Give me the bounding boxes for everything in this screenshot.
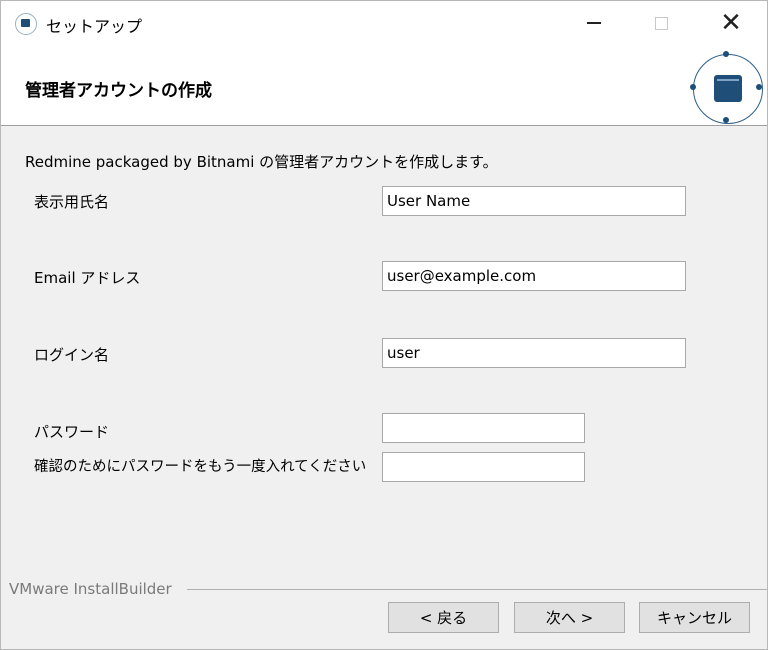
app-icon: [15, 13, 37, 35]
confirm-password-label: 確認のためにパスワードをもう一度入れてください: [34, 459, 367, 475]
next-button[interactable]: 次へ >: [514, 602, 625, 633]
window-title: セットアップ: [46, 17, 143, 36]
intro-text: Redmine packaged by Bitnami の管理者アカウントを作成…: [25, 153, 498, 171]
installer-logo-icon: [690, 51, 763, 124]
cancel-button[interactable]: キャンセル: [639, 602, 750, 633]
login-name-label: ログイン名: [34, 346, 110, 364]
confirm-password-field[interactable]: [382, 452, 585, 482]
page-header: 管理者アカウントの作成: [1, 45, 767, 125]
display-name-field[interactable]: [382, 186, 686, 216]
minimize-icon: [587, 22, 601, 24]
title-bar[interactable]: セットアップ ✕: [1, 1, 767, 45]
login-name-field[interactable]: [382, 338, 686, 368]
display-name-label: 表示用氏名: [34, 193, 110, 211]
header-divider: [1, 125, 767, 126]
maximize-button: [638, 1, 684, 45]
minimize-button[interactable]: [571, 1, 617, 45]
close-button[interactable]: ✕: [708, 1, 754, 45]
email-field[interactable]: [382, 261, 686, 291]
password-field[interactable]: [382, 413, 585, 443]
email-label: Email アドレス: [34, 269, 141, 287]
close-icon: ✕: [720, 8, 742, 38]
back-button[interactable]: < 戻る: [388, 602, 499, 633]
password-label: パスワード: [34, 423, 110, 441]
setup-window: セットアップ ✕ 管理者アカウントの作成 Redmine packaged by…: [0, 0, 768, 650]
maximize-icon: [654, 16, 668, 30]
installer-brand: VMware InstallBuilder: [9, 580, 172, 598]
footer-divider: [187, 589, 767, 590]
page-title: 管理者アカウントの作成: [25, 81, 212, 101]
